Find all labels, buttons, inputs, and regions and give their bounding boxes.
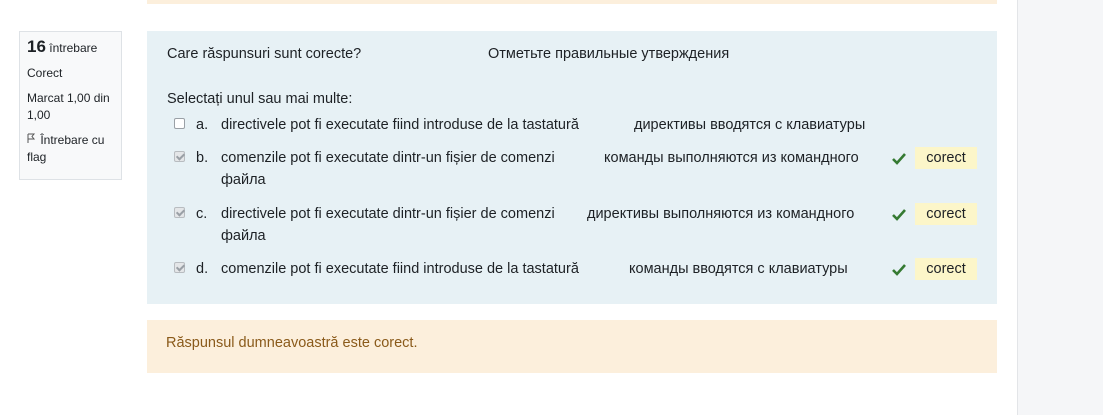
question-number-line: 16 întrebare <box>27 38 114 57</box>
answer-text-ru: команды вводятся с клавиатуры <box>629 261 848 277</box>
answer-text-ro: comenzile pot fi executate dintr-un fiși… <box>221 150 555 166</box>
answer-text-ru: команды выполняются из командного <box>604 150 859 166</box>
correct-badge: corect <box>915 258 977 280</box>
flag-question-link[interactable]: Întrebare cu flag <box>27 132 114 166</box>
question-text: Care răspunsuri sunt corecte? Отметьте п… <box>167 46 729 62</box>
question-marks: Marcat 1,00 din 1,00 <box>27 91 110 122</box>
question-number: 16 <box>27 37 46 56</box>
correct-check-icon <box>892 261 906 276</box>
question-info: 16 întrebare Corect Marcat 1,00 din 1,00… <box>19 31 122 180</box>
question-content: Care răspunsuri sunt corecte? Отметьте п… <box>147 31 997 304</box>
question-label: întrebare <box>49 41 98 55</box>
right-sidebar <box>1017 0 1103 415</box>
correct-check-icon <box>892 150 906 165</box>
answer-checkbox[interactable] <box>174 151 185 162</box>
answer-prompt: Selectați unul sau mai multe: <box>167 91 353 107</box>
answer-text-ro: directivele pot fi executate fiind intro… <box>221 117 579 133</box>
answer-checkbox[interactable] <box>174 207 185 218</box>
answer-letter: c. <box>196 206 208 222</box>
answer-letter: a. <box>196 117 209 133</box>
flag-label: Întrebare cu flag <box>27 133 105 164</box>
answer-text-ru-continued: файла <box>221 172 266 188</box>
answer-text-ru: директивы выполняются из командного <box>587 206 855 222</box>
correct-check-icon <box>892 206 906 221</box>
answer-checkbox[interactable] <box>174 118 185 129</box>
answer-text-ru-continued: файла <box>221 228 266 244</box>
answer-text-ro: directivele pot fi executate dintr-un fi… <box>221 206 555 222</box>
previous-feedback-strip <box>147 0 997 4</box>
question-text-ru: Отметьте правильные утверждения <box>488 46 730 62</box>
correct-badge: corect <box>915 147 977 169</box>
correct-badge: corect <box>915 203 977 225</box>
answer-text-ro: comenzile pot fi executate fiind introdu… <box>221 261 579 277</box>
feedback-text: Răspunsul dumneavoastră este corect. <box>166 335 418 351</box>
answer-letter: b. <box>196 150 209 166</box>
question-text-ro: Care răspunsuri sunt corecte? <box>167 46 362 62</box>
flag-icon <box>27 132 37 149</box>
question-status: Corect <box>27 66 63 80</box>
answer-checkbox[interactable] <box>174 262 185 273</box>
answer-text-ru: директивы вводятся с клавиатуры <box>634 117 866 133</box>
overall-feedback: Răspunsul dumneavoastră este corect. <box>147 320 997 373</box>
answer-letter: d. <box>196 261 209 277</box>
